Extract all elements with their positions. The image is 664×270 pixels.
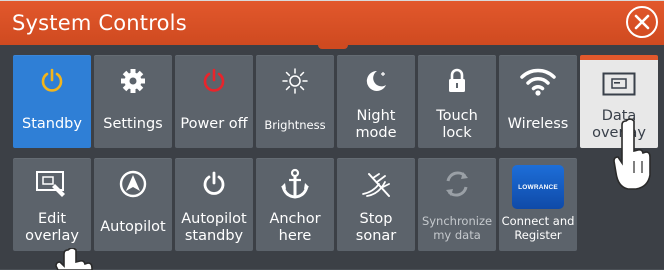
autopilot-standby-button[interactable]: Autopilot standby [175, 158, 253, 251]
title-tab-notch [318, 45, 348, 49]
controls-grid: Standby Settings Power off Brightness Ni… [13, 55, 658, 263]
edit-overlay-icon [13, 158, 91, 210]
sonar-icon [337, 158, 415, 210]
system-controls-dialog: System Controls Standby Settings Power o… [0, 0, 664, 270]
lowrance-logo-text: LOWRANCE [518, 183, 558, 191]
touch-lock-label: Touch lock [436, 107, 478, 141]
close-button[interactable] [626, 6, 658, 38]
autopilot-icon [94, 158, 172, 210]
gear-icon [94, 55, 172, 107]
settings-button[interactable]: Settings [94, 55, 172, 148]
synchronize-button[interactable]: Synchronize my data [418, 158, 496, 251]
wireless-button[interactable]: Wireless [499, 55, 577, 148]
wifi-icon [499, 55, 577, 107]
lowrance-logo-wrap: LOWRANCE [499, 158, 577, 210]
standby-button[interactable]: Standby [13, 55, 91, 148]
autopilot-label: Autopilot [100, 219, 166, 235]
anchor-here-button[interactable]: Anchor here [256, 158, 334, 251]
night-mode-label: Night mode [355, 107, 397, 141]
power-off-button[interactable]: Power off [175, 55, 253, 148]
connect-register-button[interactable]: LOWRANCE Connect and Register [499, 158, 577, 251]
autopilot-standby-label: Autopilot standby [181, 210, 247, 244]
edit-overlay-label: Edit overlay [25, 210, 79, 244]
sun-icon [256, 55, 334, 107]
power-icon [13, 55, 91, 107]
wireless-label: Wireless [507, 116, 569, 132]
power-off-label: Power off [180, 116, 248, 132]
autopilot-button[interactable]: Autopilot [94, 158, 172, 251]
anchor-here-label: Anchor here [269, 210, 321, 244]
data-overlay-button[interactable]: Data overlay [580, 55, 658, 148]
settings-label: Settings [103, 116, 163, 132]
night-mode-button[interactable]: Night mode [337, 55, 415, 148]
brightness-label: Brightness [264, 117, 326, 132]
overlay-icon [580, 60, 658, 107]
title-bar: System Controls [0, 1, 664, 45]
lowrance-logo: LOWRANCE [512, 165, 564, 209]
moon-icon [337, 55, 415, 107]
touch-lock-button[interactable]: Touch lock [418, 55, 496, 148]
lock-icon [418, 55, 496, 107]
power-icon [175, 55, 253, 107]
stop-sonar-button[interactable]: Stop sonar [337, 158, 415, 251]
synchronize-label: Synchronize my data [421, 213, 493, 242]
close-icon [634, 14, 650, 30]
edit-overlay-button[interactable]: Edit overlay [13, 158, 91, 251]
power-icon [175, 158, 253, 210]
stop-sonar-label: Stop sonar [355, 210, 397, 244]
connect-register-label: Connect and Register [501, 213, 575, 242]
dialog-title: System Controls [12, 11, 187, 35]
standby-label: Standby [22, 116, 82, 132]
brightness-button[interactable]: Brightness [256, 55, 334, 148]
anchor-icon [256, 158, 334, 210]
data-overlay-label: Data overlay [592, 107, 646, 141]
sync-icon [418, 158, 496, 210]
